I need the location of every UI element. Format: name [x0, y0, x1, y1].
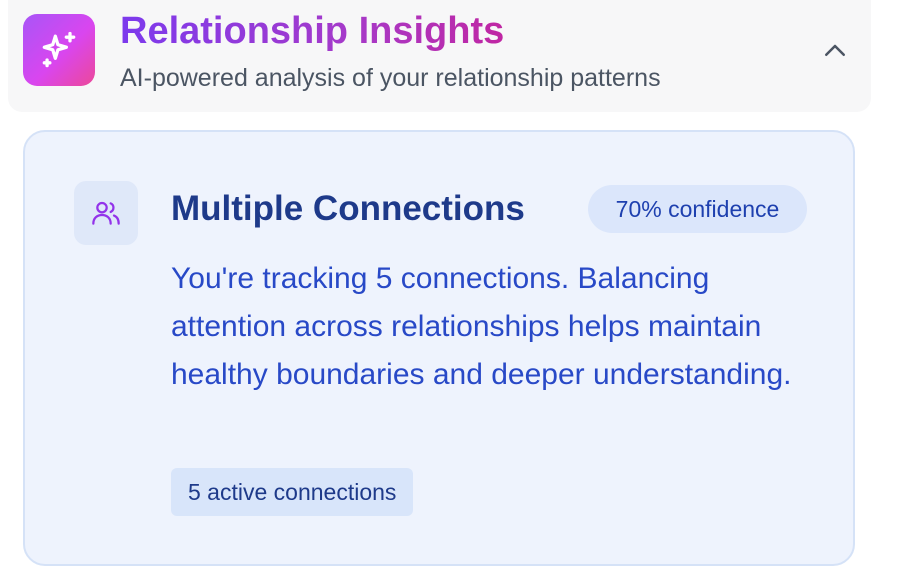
section-subtitle: AI-powered analysis of your relationship… [120, 64, 661, 92]
insights-header[interactable]: Relationship Insights AI-powered analysi… [8, 0, 871, 112]
collapse-button[interactable] [818, 34, 852, 68]
chevron-up-icon [825, 44, 845, 56]
confidence-badge: 70% confidence [588, 185, 807, 233]
insight-description: You're tracking 5 connections. Balancing… [171, 262, 792, 391]
users-icon [74, 181, 138, 245]
insight-title: Multiple Connections [171, 189, 525, 228]
section-title: Relationship Insights [120, 6, 504, 56]
insight-card: Multiple Connections 70% confidence You'… [23, 130, 855, 566]
connections-tag: 5 active connections [171, 468, 414, 516]
sparkles-icon [23, 14, 95, 86]
